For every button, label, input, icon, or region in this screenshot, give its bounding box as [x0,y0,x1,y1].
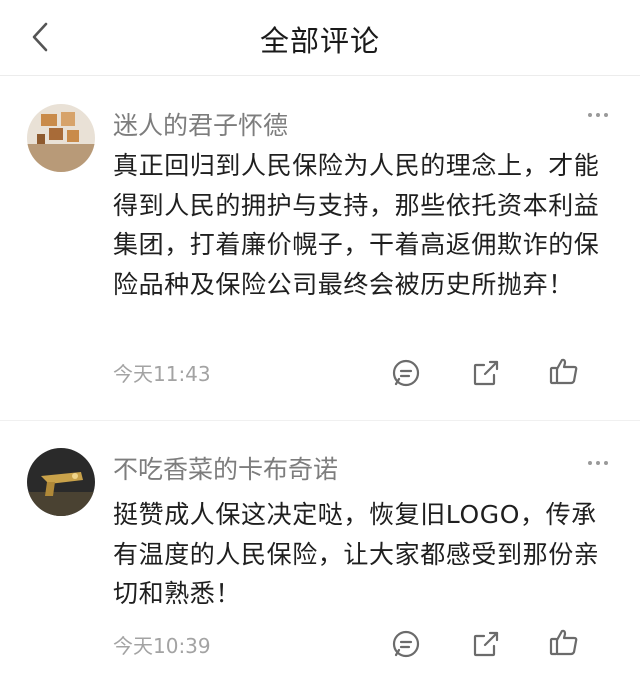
timestamp: 今天11:43 [113,362,211,386]
avatar[interactable] [27,104,95,172]
username[interactable]: 迷人的君子怀德 [113,106,288,142]
comment-text: 真正回归到人民保险为人民的理念上，才能得到人民的拥护与支持，那些依托资本利益集团… [113,151,600,299]
share-icon[interactable] [470,357,502,389]
top-bar: 全部评论 [0,0,640,76]
avatar-image [27,448,95,516]
comment-text: 挺赞成人保这决定哒，恢复旧LOGO，传承有温度的人民保险，让大家都感受到那份亲切… [113,500,600,608]
username[interactable]: 不吃香菜的卡布奇诺 [113,450,338,486]
share-icon[interactable] [470,628,502,660]
comment-item: 迷人的君子怀德 真正回归到人民保险为人民的理念上，才能得到人民的拥护与支持，那些… [0,92,640,418]
like-icon[interactable] [548,626,580,658]
more-options-icon[interactable] [586,110,610,120]
timestamp: 今天10:39 [113,634,211,658]
reply-icon[interactable] [390,628,422,660]
like-icon[interactable] [548,355,580,387]
avatar[interactable] [27,448,95,516]
divider [0,420,640,421]
reply-icon[interactable] [390,357,422,389]
avatar-image [27,104,95,172]
comment-item: 不吃香菜的卡布奇诺 挺赞成人保这决定哒，恢复旧LOGO，传承有温度的人民保险，让… [0,440,640,687]
page-title: 全部评论 [259,24,380,58]
more-options-icon[interactable] [586,458,610,468]
